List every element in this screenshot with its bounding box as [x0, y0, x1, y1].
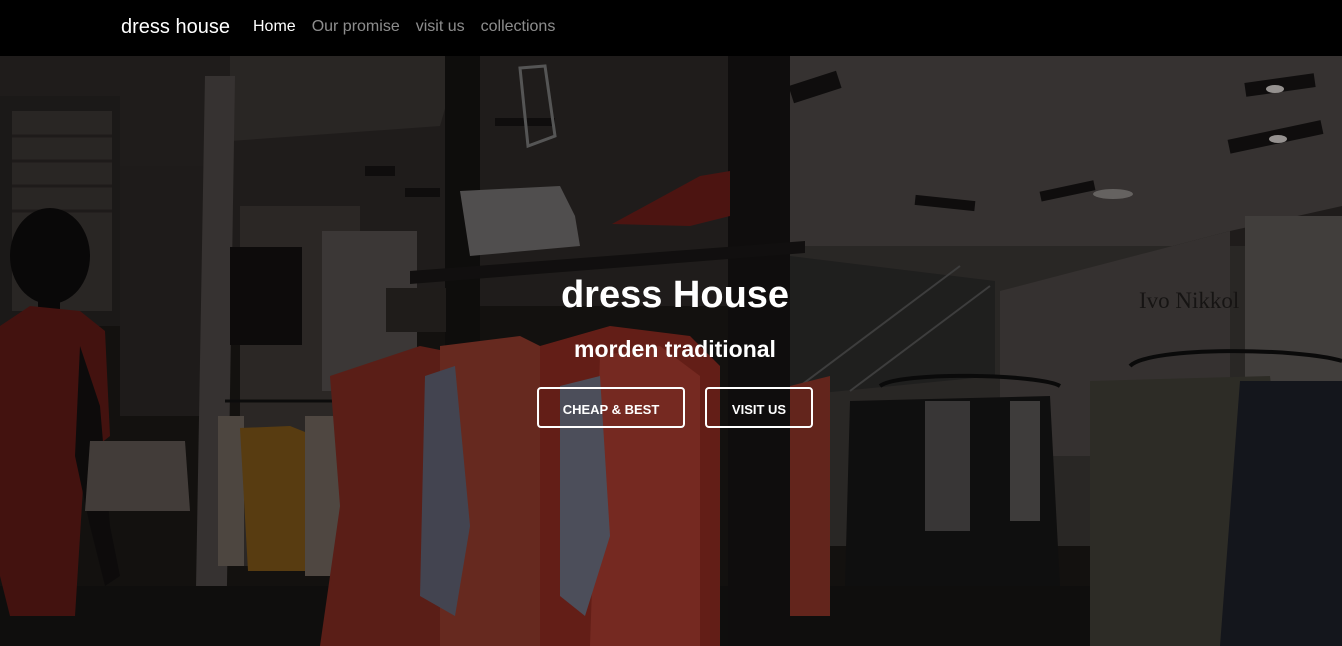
- brand-logo[interactable]: dress house: [121, 14, 230, 40]
- hero-subtitle: morden traditional: [574, 336, 776, 362]
- cheap-and-best-button[interactable]: CHEAP & BEST: [537, 387, 685, 428]
- nav-links: Home Our promise visit us collections: [253, 16, 555, 38]
- hero-content: dress House morden traditional CHEAP & B…: [0, 56, 1342, 646]
- navbar: dress house Home Our promise visit us co…: [0, 0, 1342, 56]
- visit-us-button[interactable]: VISIT US: [705, 387, 813, 428]
- hero-section: Ivo Nikkol dress House morden traditiona…: [0, 56, 1342, 646]
- nav-link-collections[interactable]: collections: [481, 16, 556, 38]
- nav-link-our-promise[interactable]: Our promise: [312, 16, 400, 38]
- hero-title: dress House: [560, 274, 790, 316]
- nav-link-home[interactable]: Home: [253, 16, 296, 38]
- nav-link-visit-us[interactable]: visit us: [416, 16, 465, 38]
